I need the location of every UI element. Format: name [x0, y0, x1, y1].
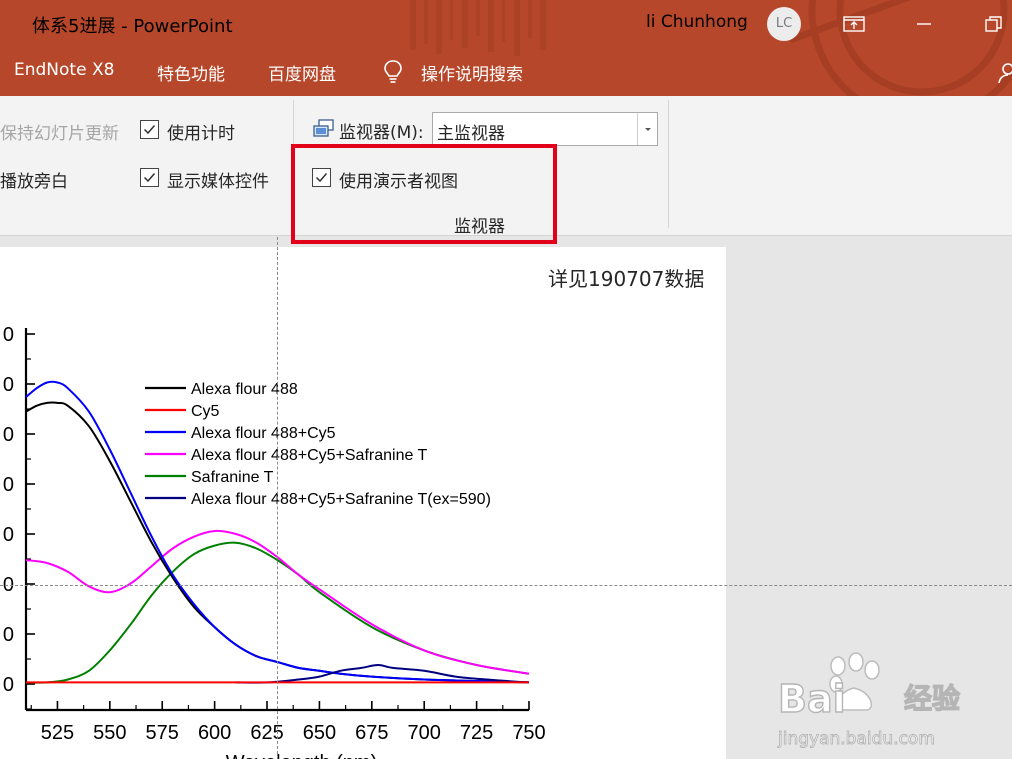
avatar[interactable]: LC — [767, 7, 801, 41]
tab-baidu-netdisk[interactable]: 百度网盘 — [268, 60, 336, 85]
horizontal-guide-line[interactable] — [0, 585, 1012, 586]
play-narrations-option[interactable]: 播放旁白 — [0, 167, 68, 192]
x-tick-label: 550 — [93, 722, 126, 744]
legend-label: Cy5 — [191, 403, 220, 420]
legend-label: Safranine T — [191, 469, 274, 486]
y-tick-label: 0 — [3, 524, 14, 546]
legend-label: Alexa flour 488+Cy5+Safranine T(ex=590) — [191, 491, 491, 508]
x-tick-label: 675 — [355, 722, 388, 744]
ribbon-display-options-icon[interactable] — [842, 12, 866, 36]
restore-icon[interactable] — [982, 12, 1006, 36]
chart-legend: Alexa flour 488 Cy5 Alexa flour 488+Cy5 Ale… — [145, 381, 491, 508]
vertical-guide-line[interactable] — [277, 237, 278, 759]
x-tick-label: 750 — [512, 722, 545, 744]
show-media-controls-checkbox[interactable] — [140, 168, 159, 187]
y-tick-label: 0 — [3, 624, 14, 646]
monitor-select[interactable]: 主监视器 — [432, 112, 658, 146]
use-timings-label[interactable]: 使用计时 — [167, 119, 235, 144]
share-person-icon[interactable] — [996, 62, 1012, 84]
window-title: 体系5进展 - PowerPoint — [32, 16, 233, 37]
legend-label: Alexa flour 488 — [191, 381, 298, 398]
y-tick-label: 0 — [3, 374, 14, 396]
watermark-url: jingyan.baidu.com — [777, 729, 935, 749]
y-tick-label: 0 — [3, 674, 14, 696]
powerpoint-window: { "window": { "title": "体系5进展 - PowerPoi… — [0, 0, 1012, 759]
chevron-down-icon[interactable] — [637, 113, 657, 145]
watermark-logo-text: Bai — [778, 677, 846, 721]
legend-label: Alexa flour 488+Cy5+Safranine T — [191, 447, 428, 464]
spectrum-chart: 52555057560062565067570072575000000000Wa… — [3, 324, 546, 759]
x-tick-label: 650 — [303, 722, 336, 744]
x-tick-label: 625 — [250, 722, 283, 744]
monitor-icon — [313, 119, 334, 137]
minimize-icon[interactable] — [912, 12, 936, 36]
keep-slides-updated-option[interactable]: 保持幻灯片更新 — [0, 119, 119, 144]
user-name[interactable]: li Chunhong — [646, 12, 748, 32]
highlight-annotation-box — [291, 144, 557, 244]
ribbon-group-divider — [668, 100, 669, 228]
lightbulb-icon[interactable] — [382, 59, 404, 85]
tab-special-features[interactable]: 特色功能 — [157, 60, 225, 85]
x-tick-label: 725 — [460, 722, 493, 744]
slide-note-text[interactable]: 详见190707数据 — [548, 263, 704, 292]
x-axis-label: Wavelength (nm) — [226, 752, 378, 759]
baidu-jingyan-watermark: Bai 经验 jingyan.baidu.com — [777, 652, 961, 749]
tab-endnote[interactable]: EndNote X8 — [14, 60, 114, 80]
y-tick-label: 0 — [3, 474, 14, 496]
monitor-label: 监视器(M): — [339, 123, 424, 143]
tell-me-search[interactable]: 操作说明搜索 — [421, 60, 523, 85]
y-tick-label: 0 — [3, 324, 14, 346]
monitor-select-value: 主监视器 — [437, 124, 505, 144]
show-media-controls-label[interactable]: 显示媒体控件 — [167, 167, 269, 192]
x-tick-label: 525 — [41, 722, 74, 744]
y-tick-label: 0 — [3, 424, 14, 446]
x-tick-label: 600 — [198, 722, 231, 744]
legend-label: Alexa flour 488+Cy5 — [191, 425, 336, 442]
watermark-logo-text: 经验 — [904, 682, 960, 715]
x-tick-label: 700 — [408, 722, 441, 744]
use-timings-checkbox[interactable] — [140, 120, 159, 139]
x-tick-label: 575 — [146, 722, 179, 744]
